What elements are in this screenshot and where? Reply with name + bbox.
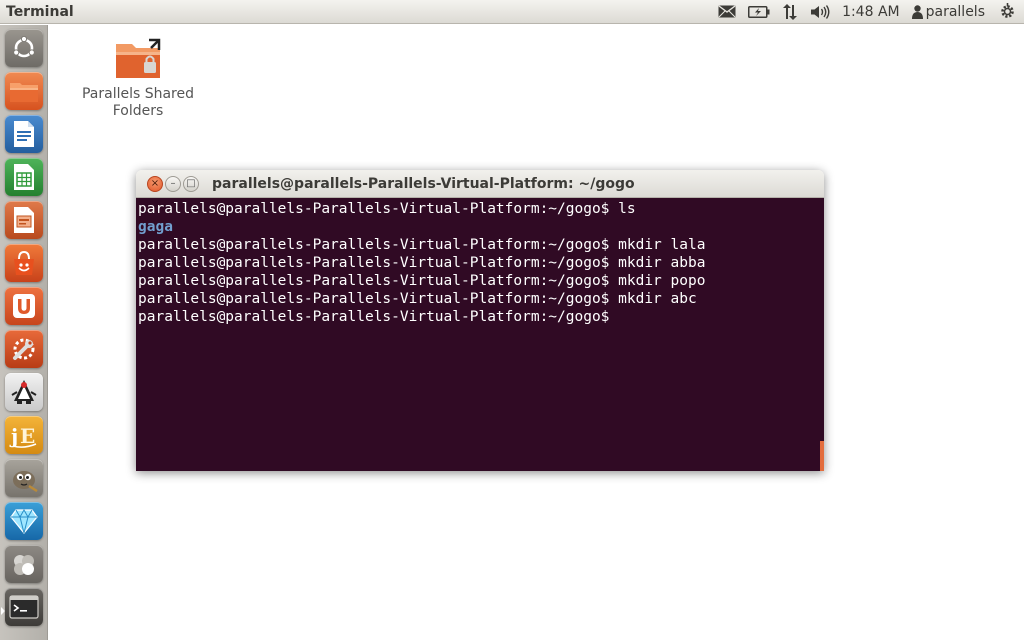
- terminal-line: parallels@parallels-Parallels-Virtual-Pl…: [138, 273, 706, 289]
- launcher-item-dash-home[interactable]: [5, 29, 43, 67]
- gimp-icon: [9, 464, 39, 492]
- launcher-item-libreoffice-impress[interactable]: [5, 201, 43, 239]
- folder-icon: [9, 79, 39, 103]
- launcher-item-jedit[interactable]: jE: [5, 416, 43, 454]
- launcher-item-software-center[interactable]: [5, 244, 43, 282]
- window-title: parallels@parallels-Parallels-Virtual-Pl…: [212, 176, 635, 192]
- presentation-icon: [12, 206, 36, 234]
- desktop-icon-shared-folders[interactable]: Parallels Shared Folders: [78, 38, 198, 120]
- launcher-item-libreoffice-writer[interactable]: [5, 115, 43, 153]
- shopping-bag-icon: [10, 249, 38, 277]
- terminal-line: parallels@parallels-Parallels-Virtual-Pl…: [138, 201, 636, 217]
- close-button[interactable]: ×: [147, 176, 163, 192]
- ubuntu-logo-icon: [11, 35, 37, 61]
- launcher-item-gimp[interactable]: [5, 459, 43, 497]
- terminal-output[interactable]: parallels@parallels-Parallels-Virtual-Pl…: [136, 198, 824, 471]
- terminal-line: gaga: [138, 219, 173, 235]
- minimize-button[interactable]: –: [165, 176, 181, 192]
- launcher: jE: [0, 25, 48, 640]
- scrollbar-thumb[interactable]: [820, 441, 824, 471]
- title-bar[interactable]: × – □ parallels@parallels-Parallels-Virt…: [136, 170, 824, 198]
- launcher-item-files[interactable]: [5, 72, 43, 110]
- user-menu[interactable]: parallels: [906, 0, 993, 24]
- spreadsheet-icon: [12, 163, 36, 191]
- user-icon: [911, 4, 923, 19]
- terminal-line: parallels@parallels-Parallels-Virtual-Pl…: [138, 255, 706, 271]
- launcher-item-java-app[interactable]: [5, 373, 43, 411]
- document-icon: [12, 120, 36, 148]
- java-duke-icon: [9, 377, 39, 407]
- top-panel: Terminal 1:48 AM parallels: [0, 0, 1024, 24]
- launcher-item-libreoffice-calc[interactable]: [5, 158, 43, 196]
- shared-folder-icon: [113, 38, 163, 84]
- launcher-item-system-settings[interactable]: [5, 330, 43, 368]
- gear-icon[interactable]: [993, 0, 1024, 24]
- terminal-line: parallels@parallels-Parallels-Virtual-Pl…: [138, 309, 610, 325]
- app-title: Terminal: [6, 3, 74, 20]
- launcher-item-workspace-switcher[interactable]: [5, 545, 43, 583]
- wrench-icon: [10, 335, 38, 363]
- terminal-icon: [9, 594, 39, 620]
- launcher-item-ubuntu-one[interactable]: [5, 287, 43, 325]
- terminal-line: parallels@parallels-Parallels-Virtual-Pl…: [138, 291, 697, 307]
- workspaces-icon: [10, 551, 38, 577]
- terminal-line: parallels@parallels-Parallels-Virtual-Pl…: [138, 237, 706, 253]
- network-icon[interactable]: [776, 0, 804, 24]
- launcher-item-diamond-app[interactable]: [5, 502, 43, 540]
- user-name: parallels: [925, 3, 985, 20]
- terminal-window: × – □ parallels@parallels-Parallels-Virt…: [136, 170, 824, 471]
- volume-icon[interactable]: [804, 0, 836, 24]
- svg-text:j: j: [9, 424, 18, 448]
- maximize-button[interactable]: □: [183, 176, 199, 192]
- battery-icon[interactable]: [742, 0, 776, 24]
- shared-folder-label: Parallels Shared Folders: [81, 86, 195, 119]
- u-logo-icon: [11, 292, 37, 320]
- je-logo-icon: jE: [9, 421, 39, 449]
- mail-icon[interactable]: [712, 0, 742, 24]
- launcher-item-terminal[interactable]: [5, 588, 43, 626]
- diamond-icon: [10, 508, 38, 534]
- indicator-area: 1:48 AM parallels: [712, 0, 1024, 24]
- clock[interactable]: 1:48 AM: [836, 4, 906, 20]
